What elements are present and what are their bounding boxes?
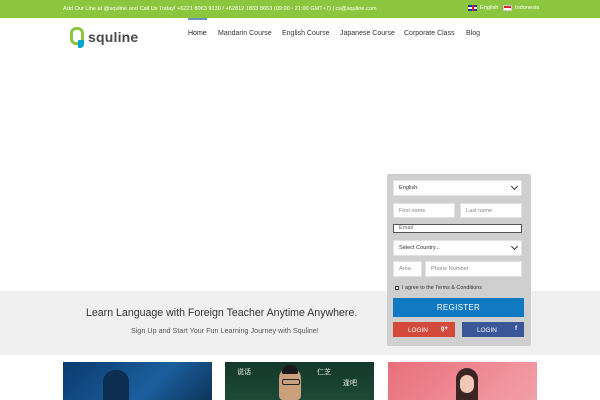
area-code-field[interactable]: Area bbox=[393, 261, 422, 277]
nav-mandarin-course[interactable]: Mandarin Course bbox=[218, 30, 272, 37]
language-english-link[interactable]: English bbox=[468, 5, 498, 11]
facebook-login-button[interactable]: LOGIN f bbox=[462, 322, 524, 337]
indonesia-flag-icon bbox=[503, 5, 512, 11]
site-header: squline Home Mandarin Course English Cou… bbox=[0, 18, 600, 56]
email-field[interactable]: Email bbox=[393, 224, 522, 233]
country-select[interactable]: Select Country... bbox=[393, 240, 522, 256]
google-plus-icon: g+ bbox=[440, 326, 448, 332]
phone-number-field[interactable]: Phone Number bbox=[425, 261, 522, 277]
nav-corporate-class[interactable]: Corporate Class bbox=[404, 30, 455, 37]
course-card-1[interactable] bbox=[63, 362, 212, 400]
last-name-field[interactable]: Last name bbox=[460, 203, 522, 218]
course-card-2[interactable]: 说话 仁芝 逢吧 bbox=[225, 362, 374, 400]
nav-blog[interactable]: Blog bbox=[466, 30, 480, 37]
card-photo-student bbox=[103, 370, 129, 400]
registration-form bbox=[387, 174, 531, 346]
language-english-label: English bbox=[480, 5, 499, 11]
register-button[interactable]: REGISTER bbox=[393, 298, 524, 317]
terms-label: I agree to the Terms & Conditions bbox=[402, 285, 482, 291]
squline-logo[interactable]: squline bbox=[69, 23, 139, 51]
logo-text: squline bbox=[88, 29, 139, 45]
first-name-field[interactable]: First name bbox=[393, 203, 455, 218]
chalk-text-2: 仁芝 bbox=[317, 368, 331, 376]
chevron-down-icon bbox=[510, 242, 519, 251]
chalk-text-1: 说话 bbox=[237, 368, 251, 376]
facebook-login-label: LOGIN bbox=[477, 326, 497, 334]
nav-japanese-course[interactable]: Japanese Course bbox=[340, 30, 395, 37]
uk-flag-icon bbox=[468, 5, 477, 11]
chalk-text-3: 逢吧 bbox=[343, 379, 357, 387]
card-photo-teacher bbox=[279, 365, 301, 400]
phone-placeholder: Phone Number bbox=[431, 266, 469, 272]
google-login-button[interactable]: LOGIN g+ bbox=[393, 322, 455, 337]
tagline-title: Learn Language with Foreign Teacher Anyt… bbox=[86, 307, 358, 319]
nav-english-course[interactable]: English Course bbox=[282, 30, 329, 37]
terms-agreement[interactable]: I agree to the Terms & Conditions bbox=[395, 285, 482, 291]
area-placeholder: Area bbox=[399, 266, 411, 272]
language-indonesia-label: Indonesia bbox=[515, 5, 540, 11]
country-value: Select Country... bbox=[399, 245, 440, 251]
tagline-subtitle: Sign Up and Start Your Fun Learning Jour… bbox=[131, 326, 319, 335]
nav-home[interactable]: Home bbox=[188, 18, 207, 37]
top-info-bar: Add Our Line at @squline and Call Us Tod… bbox=[0, 0, 600, 18]
terms-checkbox[interactable] bbox=[395, 286, 399, 290]
course-card-3[interactable] bbox=[388, 362, 537, 400]
facebook-icon: f bbox=[515, 326, 517, 332]
course-language-value: English bbox=[399, 185, 418, 191]
language-indonesia-link[interactable]: Indonesia bbox=[503, 5, 539, 11]
course-cards: 说话 仁芝 逢吧 bbox=[0, 362, 600, 400]
course-language-select[interactable]: English bbox=[393, 180, 522, 196]
email-placeholder: Email bbox=[399, 225, 413, 231]
register-label: REGISTER bbox=[436, 303, 481, 312]
first-name-placeholder: First name bbox=[399, 207, 426, 214]
squline-logo-icon bbox=[69, 24, 85, 50]
chevron-down-icon bbox=[510, 182, 519, 191]
google-login-label: LOGIN bbox=[408, 326, 428, 334]
contact-info: Add Our Line at @squline and Call Us Tod… bbox=[63, 6, 377, 12]
last-name-placeholder: Last name bbox=[466, 207, 493, 214]
card-photo-woman bbox=[456, 368, 478, 400]
